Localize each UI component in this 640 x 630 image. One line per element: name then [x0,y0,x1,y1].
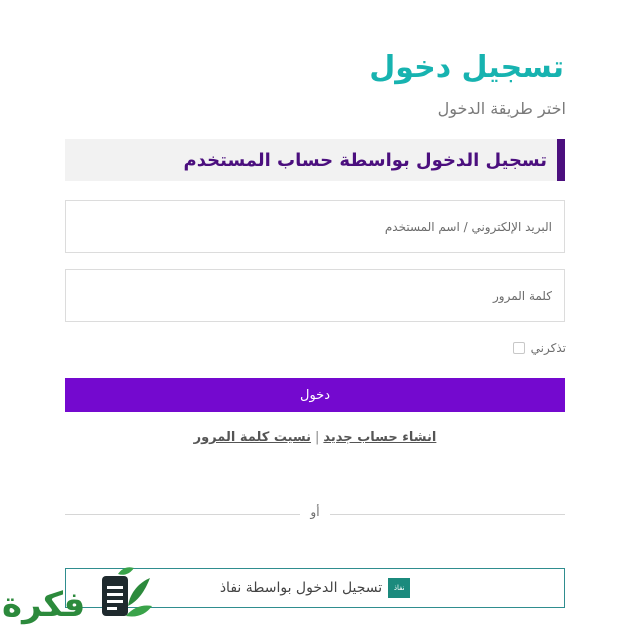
remember-me[interactable]: تذكرني [512,341,566,355]
page-subtitle: اختر طريقة الدخول [437,99,566,118]
account-links: انشاء حساب جديد| نسيت كلمة المرور [65,430,565,445]
remember-me-label: تذكرني [530,341,566,355]
nafath-login-label: تسجيل الدخول بواسطة نفاذ [219,580,383,596]
or-label: أو [310,505,320,519]
nafath-logo-icon: نفاذ [388,578,411,598]
section-header: تسجيل الدخول بواسطة حساب المستخدم [65,139,565,181]
login-page: تسجيل دخول اختر طريقة الدخول تسجيل الدخو… [0,0,640,630]
login-button[interactable]: دخول [65,378,565,412]
divider-line-right [330,514,565,515]
remember-me-checkbox[interactable] [512,342,525,354]
links-separator: | [315,430,320,445]
page-title: تسجيل دخول [369,50,564,85]
forgot-password-link[interactable]: نسيت كلمة المرور [194,430,311,445]
divider-line-left [65,514,300,515]
create-account-link[interactable]: انشاء حساب جديد [323,430,436,445]
watermark-text: فكرة [2,585,85,625]
fikra-watermark-logo: فكرة [2,567,152,625]
document-leaf-icon [102,567,152,617]
password-input[interactable] [65,269,565,322]
section-title: تسجيل الدخول بواسطة حساب المستخدم [183,149,547,171]
email-username-input[interactable] [65,200,565,253]
